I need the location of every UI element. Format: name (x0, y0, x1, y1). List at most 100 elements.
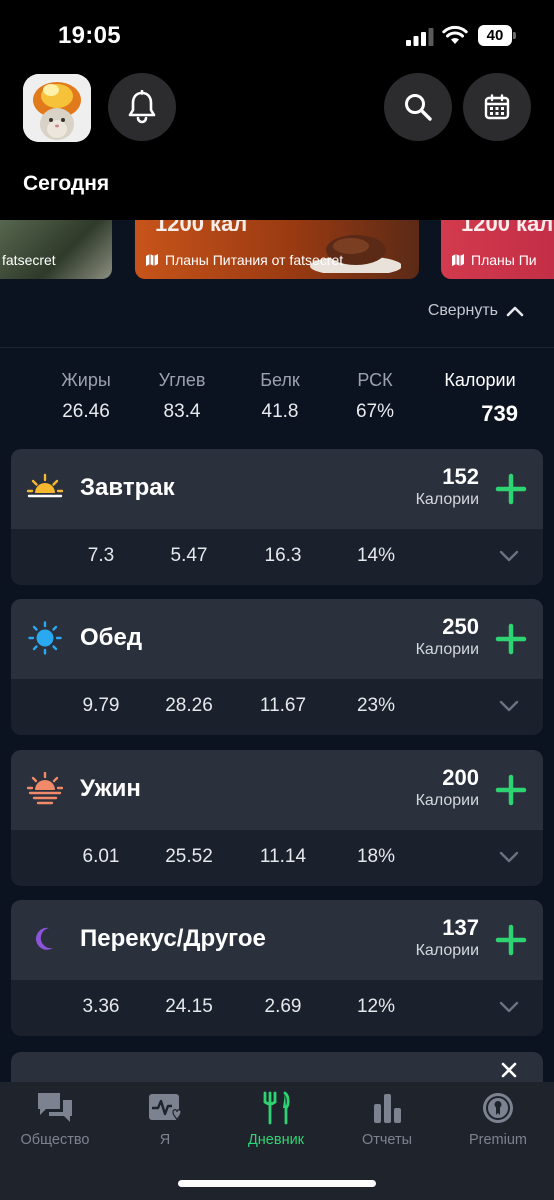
search-button[interactable] (384, 73, 452, 141)
chevron-down-icon[interactable] (499, 549, 519, 563)
macro-fat: 6.01 (82, 846, 120, 867)
calendar-button[interactable] (463, 73, 531, 141)
sunrise-icon (27, 473, 63, 498)
chat-bubbles-icon (38, 1093, 72, 1122)
tab-label: Premium (468, 1132, 527, 1148)
premium-badge-icon (483, 1093, 513, 1123)
summary-protein: Белк 41.8 (240, 370, 320, 423)
chevron-up-icon (506, 306, 524, 317)
add-food-button[interactable] (495, 774, 527, 806)
cellular-signal-icon (406, 28, 434, 46)
partial-card (11, 1052, 543, 1082)
tab-premium[interactable]: Premium (443, 1090, 553, 1148)
meal-calories: 137 Калории (416, 915, 479, 960)
moon-icon (35, 927, 53, 950)
chevron-down-icon[interactable] (499, 850, 519, 864)
collapse-button[interactable]: Свернуть (428, 302, 524, 320)
meal-calories: 152 Калории (416, 464, 479, 509)
meal-card-snack: Перекус/Другое 137 Калории 3.36 24.15 2.… (11, 900, 543, 1036)
meal-calories-label: Калории (415, 641, 479, 658)
summary-calories-label: Калории (444, 370, 516, 390)
macro-protein: 2.69 (264, 996, 302, 1017)
heart-pulse-icon (149, 1094, 182, 1121)
macro-fat: 7.3 (87, 545, 115, 566)
summary-protein-value: 41.8 (261, 401, 299, 422)
meal-macros[interactable]: 9.79 28.26 11.67 23% (11, 679, 543, 735)
macro-carbs: 24.15 (165, 996, 213, 1017)
battery-icon: 40 (478, 25, 516, 46)
map-icon (452, 254, 464, 266)
meal-name: Перекус/Другое (80, 925, 266, 952)
diary-content: fatsecret 1200 кал Планы Питания от fats… (0, 220, 554, 1082)
summary-fat-label: Жиры (61, 370, 111, 390)
tab-reports[interactable]: Отчеты (332, 1090, 442, 1148)
meal-calories-label: Калории (415, 792, 479, 809)
macro-protein: 11.14 (259, 846, 307, 867)
wifi-icon (442, 25, 468, 44)
meal-macros[interactable]: 6.01 25.52 11.14 18% (11, 830, 543, 886)
map-icon (146, 254, 158, 266)
daily-summary: Жиры 26.46 Углев 83.4 Белк 41.8 РСК 67% … (0, 370, 554, 430)
meal-calories-label: Калории (415, 942, 479, 959)
sun-icon (28, 621, 62, 655)
tab-me[interactable]: Я (110, 1090, 220, 1148)
add-food-button[interactable] (495, 924, 527, 956)
sunset-icon (27, 772, 63, 805)
close-icon[interactable] (501, 1062, 517, 1078)
tab-label: Общество (20, 1132, 90, 1148)
meal-header[interactable]: Обед 250 Калории (11, 599, 543, 679)
macro-carbs: 5.47 (170, 545, 208, 566)
meal-card-dinner: Ужин 200 Калории 6.01 25.52 11.14 18% (11, 750, 543, 886)
summary-calories-value: 739 (481, 401, 518, 426)
chevron-down-icon[interactable] (499, 1000, 519, 1014)
home-indicator (178, 1180, 376, 1187)
bar-chart-icon (374, 1094, 401, 1123)
meal-macros[interactable]: 7.3 5.47 16.3 14% (11, 529, 543, 585)
divider (0, 347, 554, 348)
promo-card[interactable]: 1200 кал Планы Пи (441, 220, 554, 279)
avatar[interactable] (23, 74, 91, 142)
status-time: 19:05 (58, 22, 121, 49)
promo-top-text: 1200 кал (461, 220, 554, 236)
meal-name: Ужин (80, 775, 141, 802)
page-title: Сегодня (23, 172, 110, 195)
notifications-button[interactable] (108, 73, 176, 141)
promo-card-meal-plans[interactable]: 1200 кал Планы Питания от fatsecret (135, 220, 419, 279)
macro-rdi: 12% (356, 996, 396, 1017)
calendar-icon (484, 94, 510, 120)
summary-carbs-label: Углев (158, 370, 206, 390)
avatar-image (23, 74, 91, 142)
add-food-button[interactable] (495, 473, 527, 505)
macro-protein: 11.67 (259, 695, 307, 716)
meal-name: Завтрак (80, 474, 175, 501)
promo-card[interactable]: fatsecret (0, 220, 112, 279)
meal-calories-value: 137 (442, 915, 479, 940)
macro-rdi: 14% (356, 545, 396, 566)
summary-carbs: Углев 83.4 (142, 370, 222, 423)
tab-community[interactable]: Общество (0, 1090, 110, 1148)
summary-fat-value: 26.46 (62, 401, 110, 422)
meal-calories-value: 250 (442, 614, 479, 639)
meal-header[interactable]: Перекус/Другое 137 Калории (11, 900, 543, 980)
macro-protein: 16.3 (264, 545, 302, 566)
meal-card-breakfast: Завтрак 152 Калории 7.3 5.47 16.3 14% (11, 449, 543, 585)
meal-calories: 200 Калории (416, 765, 479, 810)
meal-header[interactable]: Ужин 200 Калории (11, 750, 543, 830)
meal-macros[interactable]: 3.36 24.15 2.69 12% (11, 980, 543, 1036)
tab-diary[interactable]: Дневник (221, 1090, 331, 1148)
promo-label: fatsecret (2, 252, 56, 268)
tab-label: Дневник (247, 1132, 305, 1148)
add-food-button[interactable] (495, 623, 527, 655)
summary-rdi-value: 67% (355, 401, 395, 422)
promo-top-text: 1200 кал (155, 220, 248, 236)
summary-calories: Калории 739 (430, 370, 530, 427)
meal-header[interactable]: Завтрак 152 Калории (11, 449, 543, 529)
promo-label: Планы Пи (471, 252, 537, 268)
macro-rdi: 18% (356, 846, 396, 867)
meal-calories-label: Калории (415, 491, 479, 508)
summary-protein-label: Белк (260, 370, 300, 390)
macro-fat: 9.79 (82, 695, 120, 716)
meal-calories-value: 152 (442, 464, 479, 489)
fork-knife-icon (263, 1091, 290, 1125)
chevron-down-icon[interactable] (499, 699, 519, 713)
